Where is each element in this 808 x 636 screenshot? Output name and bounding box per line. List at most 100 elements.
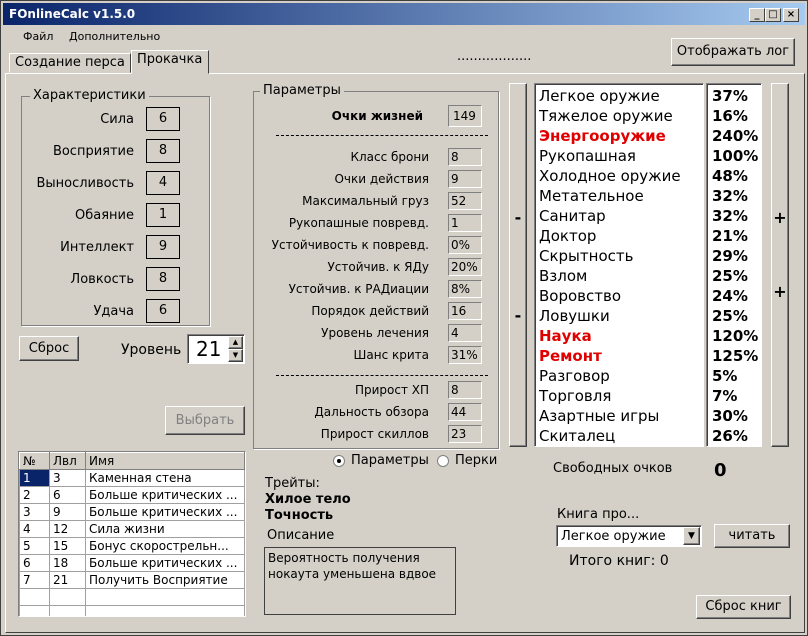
choose-button[interactable]: Выбрать <box>165 406 245 435</box>
radio-params-label: Параметры <box>351 453 429 468</box>
stat-value: 9 <box>146 235 180 259</box>
skill-percent: 30% <box>712 407 748 425</box>
level-up-button[interactable]: ▲ <box>228 336 243 349</box>
table-row[interactable]: 2 6 Больше критических ... <box>19 486 245 504</box>
skill-percent: 37% <box>712 87 748 105</box>
skill-percent: 120% <box>712 327 759 345</box>
skill-name[interactable]: Энергооружие <box>539 126 666 146</box>
skill-name[interactable]: Наука <box>539 326 592 346</box>
param-label: Дальность обзора <box>314 405 429 419</box>
trait-2: Точность <box>265 508 334 523</box>
minimize-button[interactable]: _ <box>749 8 765 22</box>
skills-pct-list: 37% 16% 240% 100% 48% 32% 32% 21% 29% 25% 24% 25% 12… <box>706 83 762 447</box>
table-row[interactable]: 5 15 Бонус скорострельн... <box>19 537 245 555</box>
table-row[interactable]: 7 21 Получить Восприятие <box>19 571 245 589</box>
reset-books-button[interactable]: Сброс книг <box>696 595 791 619</box>
skill-name[interactable]: Ремонт <box>539 346 602 366</box>
skill-percent: 21% <box>712 227 748 245</box>
skill-percent: 26% <box>712 427 748 445</box>
table-cell: 12 <box>49 520 86 538</box>
skill-name[interactable]: Доктор <box>539 226 596 246</box>
params-title: Параметры <box>260 83 344 98</box>
skill-name[interactable]: Метательное <box>539 186 644 206</box>
level-value: 21 <box>196 337 222 361</box>
table-cell <box>49 588 86 606</box>
radio-params[interactable] <box>333 455 345 467</box>
param-label: Прирост ХП <box>354 383 429 397</box>
table-row[interactable]: 1 3 Каменная стена <box>19 469 245 487</box>
reset-button[interactable]: Сброс <box>19 336 79 361</box>
tab-create[interactable]: Создание перса <box>9 53 131 73</box>
skill-name[interactable]: Воровство <box>539 286 621 306</box>
skill-name[interactable]: Тяжелое оружие <box>539 106 673 126</box>
skill-name[interactable]: Ловушки <box>539 306 610 326</box>
skill-name[interactable]: Холодное оружие <box>539 166 681 186</box>
skill-percent: 125% <box>712 347 759 365</box>
skills-list[interactable]: Легкое оружие Тяжелое оружие Энергооружие Р… <box>534 83 704 447</box>
tab-level[interactable]: Прокачка <box>131 50 209 74</box>
table-cell <box>19 588 50 606</box>
divider-2 <box>276 375 488 376</box>
table-header[interactable]: Имя <box>85 452 245 470</box>
description-text: Вероятность получения нокаута уменьшена … <box>264 547 456 615</box>
menu-extra[interactable]: Дополнительно <box>69 30 160 43</box>
table-cell: Бонус скорострельн... <box>85 537 245 555</box>
stat-label: Обаяние <box>75 208 134 223</box>
free-points-value: 0 <box>714 460 727 481</box>
table-header[interactable]: Лвл <box>49 452 86 470</box>
skill-name[interactable]: Скрытность <box>539 246 633 266</box>
chevron-down-icon[interactable]: ▼ <box>683 527 700 545</box>
books-selected: Легкое оружие <box>561 529 666 544</box>
table-cell: 6 <box>49 486 86 504</box>
plus-button[interactable]: + <box>772 208 788 227</box>
skill-name[interactable]: Взлом <box>539 266 587 286</box>
trait-1: Хилое тело <box>265 492 351 507</box>
divider-1 <box>276 135 488 136</box>
traits-title: Трейты: <box>265 476 320 491</box>
stat-value: 4 <box>146 171 180 195</box>
show-log-button[interactable]: Отображать лог <box>671 38 795 66</box>
level-down-button[interactable]: ▼ <box>228 349 243 362</box>
description-label: Описание <box>267 528 335 543</box>
read-button[interactable]: читать <box>714 524 790 548</box>
skill-name[interactable]: Рукопашная <box>539 146 636 166</box>
minus-button-column[interactable]: - - <box>509 83 527 447</box>
radio-perks[interactable] <box>437 455 449 467</box>
level-spinner[interactable]: 21 ▲ ▼ <box>187 334 245 364</box>
skill-percent: 48% <box>712 167 748 185</box>
skill-name[interactable]: Разговор <box>539 366 610 386</box>
stat-label: Удача <box>93 304 134 319</box>
minus-button[interactable]: - <box>510 208 526 227</box>
skill-name[interactable]: Скиталец <box>539 426 615 446</box>
books-select[interactable]: Легкое оружие ▼ <box>556 525 702 547</box>
minus-button-2[interactable]: - <box>510 306 526 325</box>
skill-name[interactable]: Легкое оружие <box>539 86 660 106</box>
plus-button-column[interactable]: + + <box>771 83 789 447</box>
free-points-label: Свободных очков <box>553 461 673 476</box>
param-label: Очки действия <box>334 172 429 186</box>
skill-percent: 100% <box>712 147 759 165</box>
close-button[interactable]: × <box>783 8 799 22</box>
table-cell: 5 <box>19 537 50 555</box>
radio-perks-label: Перки <box>455 453 498 468</box>
menu-file[interactable]: Файл <box>23 30 53 43</box>
table-cell <box>19 605 50 616</box>
plus-button-2[interactable]: + <box>772 282 788 301</box>
perk-table[interactable]: № Лвл Имя 1 3 Каменная стена 2 6 Больше критиче… <box>18 451 246 617</box>
title-bar: FOnlineCalc v1.5.0 _ □ × <box>3 3 805 25</box>
param-value: 44 <box>448 403 482 421</box>
table-header[interactable]: № <box>19 452 50 470</box>
skill-name[interactable]: Азартные игры <box>539 406 659 426</box>
skill-percent: 32% <box>712 207 748 225</box>
stat-value: 8 <box>146 267 180 291</box>
param-label: Шанс крита <box>353 348 429 362</box>
table-row[interactable]: 3 9 Больше критических ... <box>19 503 245 521</box>
param-value: 8 <box>448 148 482 166</box>
table-row[interactable]: 4 12 Сила жизни <box>19 520 245 538</box>
hp-label: Очки жизней <box>331 109 423 123</box>
skill-name[interactable]: Торговля <box>539 386 611 406</box>
table-row[interactable]: 6 18 Больше критических ... <box>19 554 245 572</box>
maximize-button[interactable]: □ <box>765 8 781 22</box>
skill-name[interactable]: Санитар <box>539 206 606 226</box>
table-cell: 6 <box>19 554 50 572</box>
